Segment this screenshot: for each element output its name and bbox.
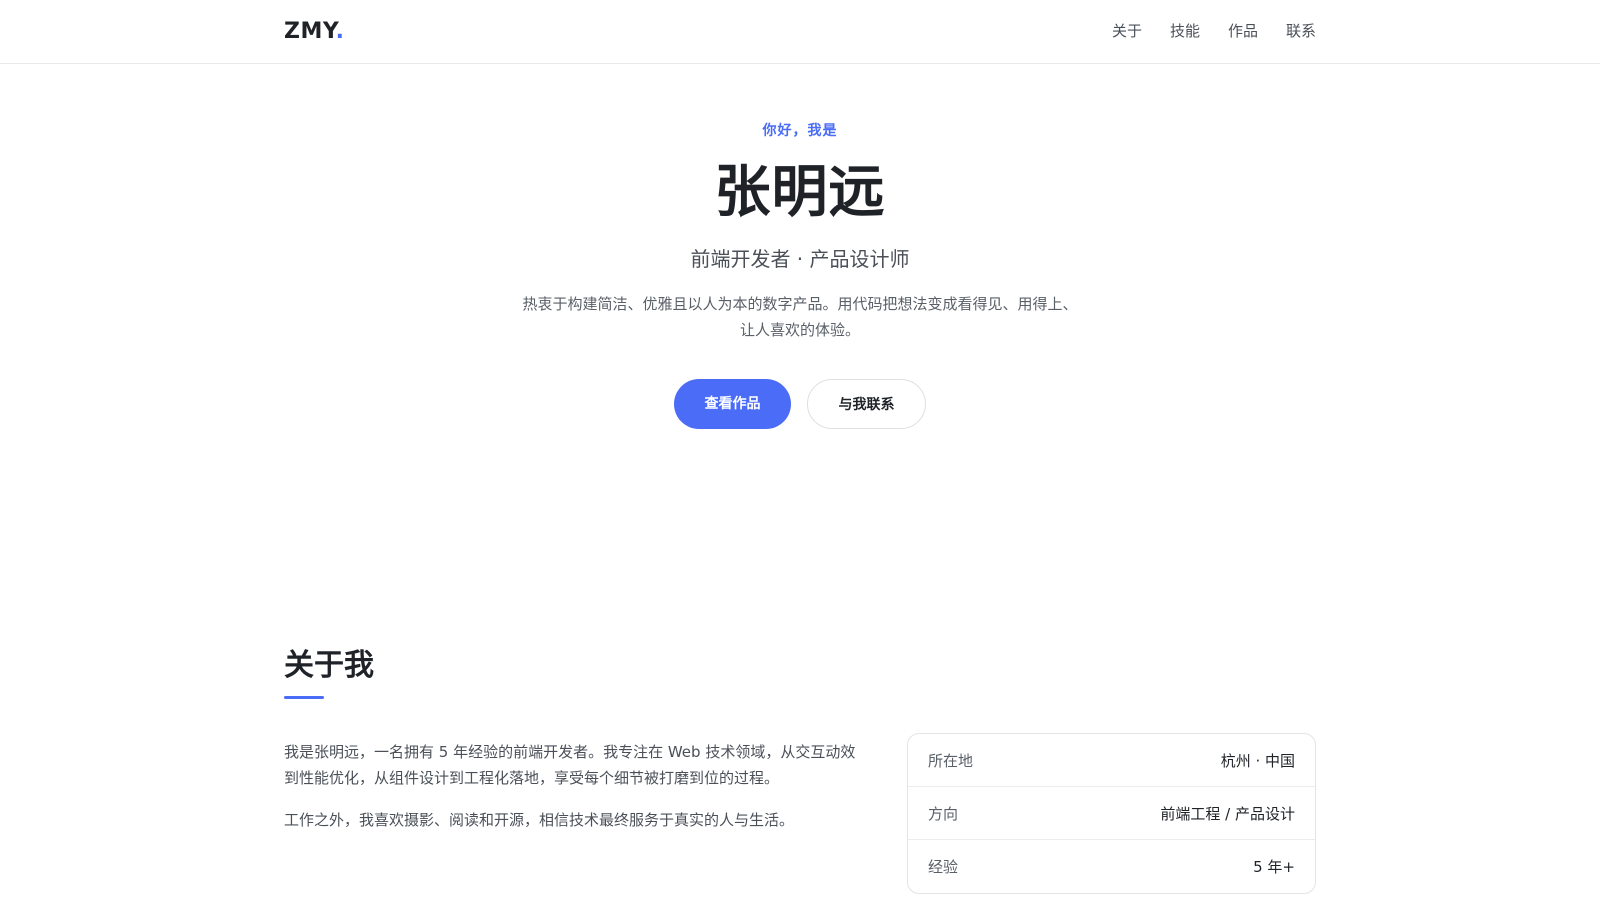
- info-value: 5 年+: [1253, 858, 1295, 876]
- nav-item-about[interactable]: 关于: [1112, 20, 1142, 42]
- contact-me-button[interactable]: 与我联系: [807, 379, 926, 429]
- site-logo[interactable]: ZMY.: [284, 18, 345, 46]
- hero-greeting: 你好，我是: [762, 123, 838, 139]
- info-label: 方向: [928, 804, 959, 823]
- hero-section: 你好，我是 张明远 前端开发者 · 产品设计师 热衷于构建简洁、优雅且以人为本的…: [0, 64, 1600, 429]
- hero-role: 前端开发者 · 产品设计师: [690, 247, 910, 271]
- about-title: 关于我: [284, 648, 374, 683]
- nav-item-works[interactable]: 作品: [1228, 20, 1258, 42]
- info-row-location: 所在地 杭州 · 中国: [908, 734, 1315, 787]
- top-navbar: ZMY. 关于 技能 作品 联系: [0, 0, 1600, 64]
- info-row-direction: 方向 前端工程 / 产品设计: [908, 787, 1315, 840]
- nav-item-contact[interactable]: 联系: [1286, 20, 1316, 42]
- about-section: 关于我 我是张明远，一名拥有 5 年经验的前端开发者。我专注在 Web 技术领域…: [284, 646, 1316, 894]
- about-text: 我是张明远，一名拥有 5 年经验的前端开发者。我专注在 Web 技术领域，从交互…: [284, 739, 864, 849]
- info-label: 经验: [928, 858, 959, 876]
- logo-dot: .: [335, 19, 345, 44]
- hero-description: 热衷于构建简洁、优雅且以人为本的数字产品。用代码把想法变成看得见、用得上、让人喜…: [522, 295, 1078, 339]
- info-value: 杭州 · 中国: [1220, 751, 1295, 770]
- hero-actions: 查看作品 与我联系: [0, 379, 1600, 429]
- main-nav: 关于 技能 作品 联系: [1112, 20, 1316, 42]
- portfolio-page: ZMY. 关于 技能 作品 联系 你好，我是 张明远 前端开发者 · 产品设计师…: [0, 0, 1600, 900]
- nav-item-skills[interactable]: 技能: [1170, 20, 1200, 42]
- info-row-experience: 经验 5 年+: [908, 840, 1315, 893]
- about-paragraph-1: 我是张明远，一名拥有 5 年经验的前端开发者。我专注在 Web 技术领域，从交互…: [284, 743, 856, 787]
- info-value: 前端工程 / 产品设计: [1160, 804, 1295, 823]
- about-title-underline: [284, 696, 324, 699]
- logo-text: ZMY: [284, 19, 336, 44]
- info-label: 所在地: [928, 751, 974, 770]
- info-card: 所在地 杭州 · 中国 方向 前端工程 / 产品设计 经验 5 年+: [907, 733, 1316, 894]
- about-paragraph-2: 工作之外，我喜欢摄影、阅读和开源，相信技术最终服务于真实的人与生活。: [284, 811, 795, 829]
- hero-name: 张明远: [714, 160, 886, 225]
- view-works-button[interactable]: 查看作品: [674, 379, 791, 429]
